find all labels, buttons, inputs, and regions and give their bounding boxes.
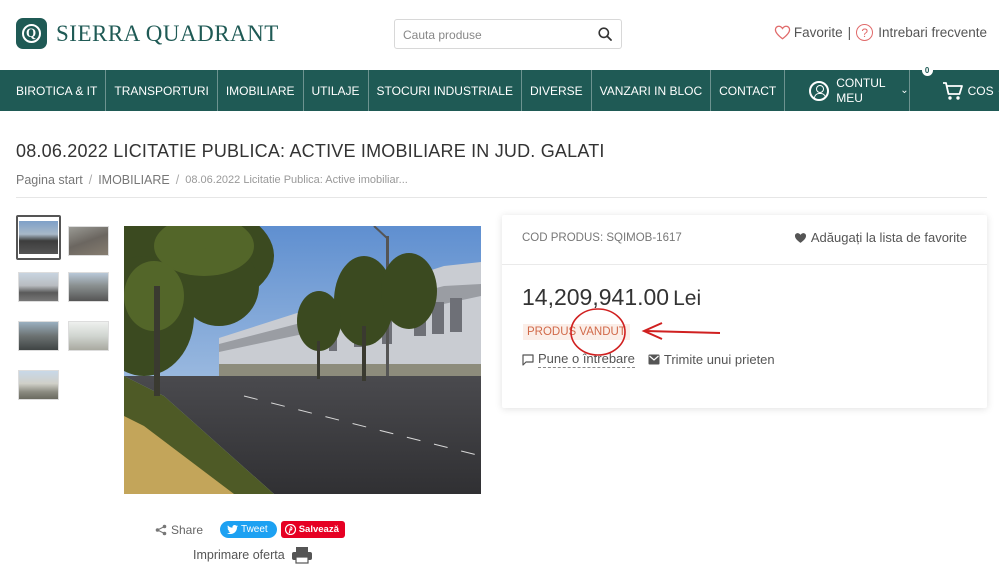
cart-count-badge: 0 — [921, 65, 933, 76]
logo-mark: Q — [16, 18, 47, 49]
breadcrumb-current: 08.06.2022 Licitatie Publica: Active imo… — [185, 174, 408, 186]
breadcrumb-category[interactable]: IMOBILIARE — [98, 173, 170, 187]
thumbnail-3[interactable] — [18, 272, 59, 302]
thumbnail-1[interactable] — [16, 215, 61, 260]
heart-icon[interactable] — [774, 25, 791, 40]
nav-item-contact[interactable]: CONTACT — [711, 70, 786, 111]
ask-question-link[interactable]: Pune o întrebare — [522, 351, 635, 368]
nav-item-birotica[interactable]: BIROTICA & IT — [0, 70, 107, 111]
breadcrumb-home[interactable]: Pagina start — [16, 173, 83, 187]
account-menu[interactable]: CONTUL MEU ⌄ — [785, 70, 910, 111]
account-label: CONTUL MEU — [836, 75, 886, 105]
price-currency: Lei — [673, 287, 702, 310]
heart-icon — [794, 232, 806, 243]
pinterest-save-button[interactable]: Salvează — [280, 521, 345, 538]
product-main-image[interactable] — [124, 226, 481, 494]
pinterest-label: Salvează — [298, 524, 339, 535]
site-logo[interactable]: Q SIERRA QUADRANT — [16, 18, 279, 49]
cart-icon — [942, 81, 963, 100]
send-to-friend-label: Trimite unui prieten — [663, 352, 775, 367]
share-label: Share — [171, 522, 204, 537]
thumbnail-6[interactable] — [68, 321, 109, 351]
comment-icon — [522, 353, 534, 366]
add-to-favorites-label: Adăugați la lista de favorite — [810, 230, 967, 245]
nav-item-utilaje[interactable]: UTILAJE — [304, 70, 369, 111]
price-value: 14,209,941.00 — [522, 284, 670, 310]
question-icon[interactable]: ? — [856, 24, 874, 41]
thumbnail-4[interactable] — [68, 272, 109, 302]
share-row: Share Tweet Salvează — [155, 521, 345, 538]
add-to-favorites[interactable]: Adăugați la lista de favorite — [794, 230, 967, 245]
street-photo — [124, 226, 481, 494]
breadcrumb-separator: / — [175, 173, 180, 187]
top-links: Favorite | ? Intrebari frecvente — [774, 24, 987, 41]
ask-question-label: Pune o întrebare — [538, 351, 635, 368]
twitter-icon — [227, 525, 239, 534]
search-input[interactable] — [403, 26, 583, 44]
main-nav: BIROTICA & IT TRANSPORTURI IMOBILIARE UT… — [0, 65, 999, 111]
share-icon — [155, 524, 167, 535]
tweet-button[interactable]: Tweet — [220, 521, 277, 538]
pinterest-icon — [284, 524, 296, 535]
send-to-friend-link[interactable]: Trimite unui prieten — [648, 352, 775, 367]
thumbnail-image — [19, 221, 58, 254]
search-box[interactable] — [394, 19, 622, 49]
thumbnail-image — [69, 322, 108, 350]
share-button[interactable]: Share — [155, 523, 203, 537]
thumbnail-5[interactable] — [18, 321, 59, 351]
product-price: 14,209,941.00 Lei — [522, 284, 701, 311]
print-label: Imprimare oferta — [193, 548, 285, 562]
chevron-down-icon: ⌄ — [900, 85, 909, 96]
card-divider — [502, 264, 987, 265]
faq-link[interactable]: Intrebari frecvente — [878, 25, 987, 40]
product-actions: Pune o întrebare Trimite unui prieten — [522, 351, 775, 368]
logo-text: SIERRA QUADRANT — [56, 20, 279, 46]
print-offer[interactable]: Imprimare oferta — [193, 546, 313, 564]
thumbnail-image — [19, 322, 58, 350]
envelope-icon — [648, 354, 660, 365]
thumbnail-image — [69, 227, 108, 255]
sold-status-badge: PRODUS VANDUT — [523, 324, 630, 340]
thumbnail-image — [19, 371, 58, 399]
search-icon[interactable] — [598, 27, 612, 41]
cart-label: COS — [967, 83, 994, 98]
thumbnail-image — [69, 273, 108, 301]
nav-item-diverse[interactable]: DIVERSE — [522, 70, 592, 111]
user-icon — [809, 80, 830, 101]
thumbnail-7[interactable] — [18, 370, 59, 400]
nav-item-transporturi[interactable]: TRANSPORTURI — [106, 70, 218, 111]
favorites-link[interactable]: Favorite — [794, 25, 843, 40]
link-separator: | — [847, 25, 852, 40]
thumbnail-image — [19, 273, 58, 301]
breadcrumb-separator: / — [88, 173, 93, 187]
printer-icon — [291, 547, 312, 564]
product-info-card: COD PRODUS: SQIMOB-1617 Adăugați la list… — [502, 215, 987, 408]
tweet-label: Tweet — [241, 524, 268, 535]
thumbnail-2[interactable] — [68, 226, 109, 256]
nav-item-imobiliare[interactable]: IMOBILIARE — [218, 70, 304, 111]
nav-item-stocuri-industriale[interactable]: STOCURI INDUSTRIALE — [369, 70, 522, 111]
nav-item-vanzari-in-bloc[interactable]: VANZARI IN BLOC — [592, 70, 712, 111]
cart-menu[interactable]: 0 COS ⌄ — [910, 65, 999, 111]
breadcrumb: Pagina start / IMOBILIARE / 08.06.2022 L… — [16, 173, 408, 187]
product-code: COD PRODUS: SQIMOB-1617 — [522, 232, 682, 244]
page-title: 08.06.2022 LICITATIE PUBLICA: ACTIVE IMO… — [16, 141, 605, 161]
divider — [16, 197, 987, 198]
site-header: Q SIERRA QUADRANT Favorite | ? Intrebari… — [0, 0, 999, 70]
